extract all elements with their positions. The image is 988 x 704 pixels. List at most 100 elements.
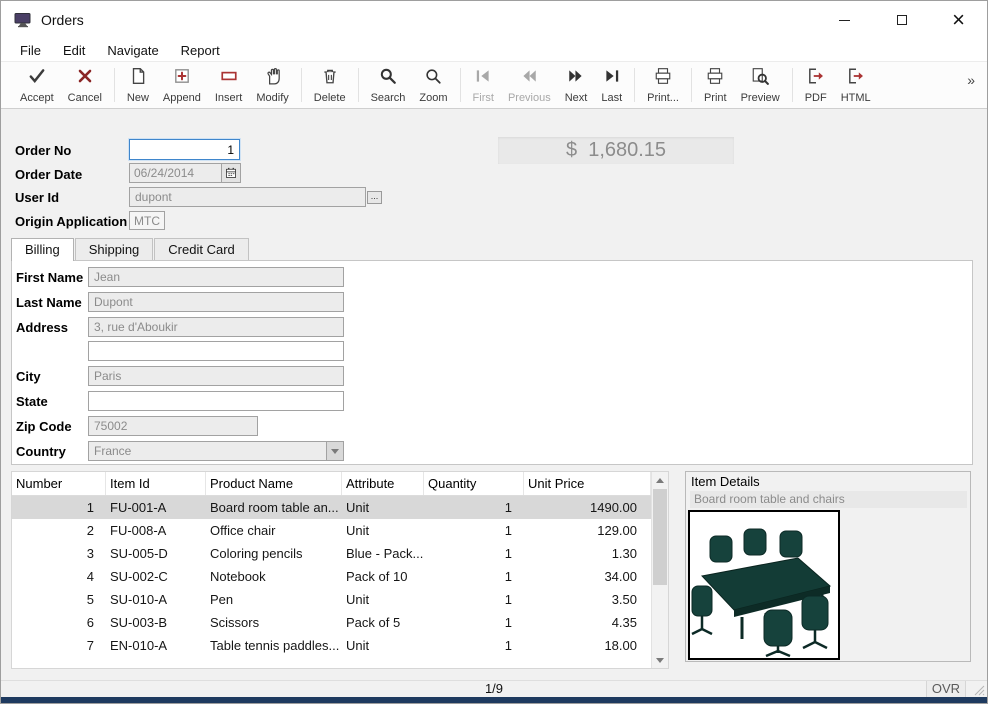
toolbar-separator bbox=[301, 68, 302, 102]
scroll-up-button[interactable] bbox=[652, 472, 668, 488]
menu-navigate[interactable]: Navigate bbox=[96, 41, 169, 60]
html-export-button[interactable]: HTML bbox=[834, 65, 878, 106]
item-details-group: Item Details Board room table and chairs bbox=[685, 471, 971, 662]
order-lines-table: Number Item Id Product Name Attribute Qu… bbox=[11, 471, 669, 669]
user-id-browse-button[interactable]: ... bbox=[367, 191, 382, 204]
accept-button[interactable]: Accept bbox=[13, 65, 61, 106]
cancel-button[interactable]: Cancel bbox=[61, 65, 109, 106]
cell-attribute: Pack of 5 bbox=[342, 611, 424, 634]
minimize-button[interactable] bbox=[816, 1, 873, 39]
table-header-row: Number Item Id Product Name Attribute Qu… bbox=[12, 472, 651, 496]
scroll-down-button[interactable] bbox=[652, 652, 668, 668]
calendar-button[interactable] bbox=[221, 164, 240, 182]
zip-code-input[interactable] bbox=[88, 416, 258, 436]
print-button[interactable]: Print bbox=[697, 65, 734, 106]
html-label: HTML bbox=[841, 92, 871, 104]
pdf-export-button[interactable]: PDF bbox=[798, 65, 834, 106]
address-line1-input[interactable] bbox=[88, 317, 344, 337]
menu-bar: File Edit Navigate Report bbox=[1, 39, 987, 61]
menu-report[interactable]: Report bbox=[170, 41, 231, 60]
header-unit-price[interactable]: Unit Price bbox=[524, 472, 651, 495]
export-arrow-icon bbox=[847, 67, 865, 90]
header-product-name[interactable]: Product Name bbox=[206, 472, 342, 495]
search-button[interactable]: Search bbox=[364, 65, 413, 106]
overwrite-mode-indicator[interactable]: OVR bbox=[926, 681, 966, 697]
user-id-input[interactable] bbox=[129, 187, 366, 207]
table-row[interactable]: 5 SU-010-A Pen Unit 1 3.50 bbox=[12, 588, 651, 611]
header-attribute[interactable]: Attribute bbox=[342, 472, 424, 495]
last-name-input[interactable] bbox=[88, 292, 344, 312]
last-button[interactable]: Last bbox=[594, 65, 629, 106]
append-button[interactable]: Append bbox=[156, 65, 208, 106]
tab-strip: Billing Shipping Credit Card bbox=[11, 238, 250, 260]
preview-label: Preview bbox=[741, 92, 780, 104]
menu-edit[interactable]: Edit bbox=[52, 41, 96, 60]
previous-record-icon bbox=[520, 67, 538, 90]
cell-product-name: Board room table an... bbox=[206, 496, 342, 519]
last-label: Last bbox=[601, 92, 622, 104]
header-number[interactable]: Number bbox=[12, 472, 106, 495]
city-input[interactable] bbox=[88, 366, 344, 386]
print-dialog-button[interactable]: Print... bbox=[640, 65, 686, 106]
cell-number: 2 bbox=[12, 519, 106, 542]
scrollbar-track[interactable] bbox=[652, 586, 668, 652]
insert-rect-icon bbox=[220, 67, 238, 90]
magnifier-icon bbox=[379, 67, 397, 90]
zoom-button[interactable]: Zoom bbox=[412, 65, 454, 106]
order-date-input[interactable] bbox=[130, 164, 221, 182]
toolbar-overflow-chevron[interactable]: » bbox=[959, 70, 983, 90]
table-row[interactable]: 1 FU-001-A Board room table an... Unit 1… bbox=[12, 496, 651, 519]
table-row[interactable]: 4 SU-002-C Notebook Pack of 10 1 34.00 bbox=[12, 565, 651, 588]
title-bar: Orders × bbox=[1, 1, 987, 39]
country-select[interactable]: France bbox=[88, 441, 344, 461]
menu-file[interactable]: File bbox=[9, 41, 52, 60]
previous-button[interactable]: Previous bbox=[501, 65, 558, 106]
delete-button[interactable]: Delete bbox=[307, 65, 353, 106]
origin-application-label: Origin Application bbox=[15, 214, 127, 229]
origin-application-field[interactable] bbox=[129, 211, 165, 230]
table-row[interactable]: 6 SU-003-B Scissors Pack of 5 1 4.35 bbox=[12, 611, 651, 634]
order-total-display: $ 1,680.15 bbox=[498, 137, 734, 164]
zoom-label: Zoom bbox=[419, 92, 447, 104]
cell-item-id: SU-005-D bbox=[106, 542, 206, 565]
cancel-label: Cancel bbox=[68, 92, 102, 104]
cell-quantity: 1 bbox=[424, 519, 524, 542]
table-scrollbar[interactable] bbox=[651, 472, 668, 668]
table-row[interactable]: 3 SU-005-D Coloring pencils Blue - Pack.… bbox=[12, 542, 651, 565]
close-button[interactable]: × bbox=[930, 1, 987, 39]
toolbar-separator bbox=[460, 68, 461, 102]
cell-item-id: SU-003-B bbox=[106, 611, 206, 634]
new-button[interactable]: New bbox=[120, 65, 156, 106]
header-item-id[interactable]: Item Id bbox=[106, 472, 206, 495]
maximize-button[interactable] bbox=[873, 1, 930, 39]
new-document-icon bbox=[129, 67, 147, 90]
minimize-icon bbox=[839, 20, 850, 21]
toolbar-separator bbox=[792, 68, 793, 102]
state-input[interactable] bbox=[88, 391, 344, 411]
next-button[interactable]: Next bbox=[558, 65, 595, 106]
user-id-label: User Id bbox=[15, 190, 59, 205]
trash-icon bbox=[321, 67, 339, 90]
modify-button[interactable]: Modify bbox=[249, 65, 295, 106]
scrollbar-thumb[interactable] bbox=[653, 489, 667, 585]
order-no-input[interactable] bbox=[129, 139, 240, 160]
export-arrow-icon bbox=[807, 67, 825, 90]
table-row[interactable]: 7 EN-010-A Table tennis paddles... Unit … bbox=[12, 634, 651, 657]
first-button[interactable]: First bbox=[466, 65, 501, 106]
preview-button[interactable]: Preview bbox=[734, 65, 787, 106]
tab-shipping[interactable]: Shipping bbox=[75, 238, 154, 260]
first-name-input[interactable] bbox=[88, 267, 344, 287]
address-line2-input[interactable] bbox=[88, 341, 344, 361]
tab-billing[interactable]: Billing bbox=[11, 238, 74, 261]
insert-button[interactable]: Insert bbox=[208, 65, 250, 106]
cell-attribute: Unit bbox=[342, 519, 424, 542]
window-title: Orders bbox=[41, 12, 84, 28]
tab-credit-card[interactable]: Credit Card bbox=[154, 238, 248, 260]
cell-quantity: 1 bbox=[424, 565, 524, 588]
table-row[interactable]: 2 FU-008-A Office chair Unit 1 129.00 bbox=[12, 519, 651, 542]
country-value: France bbox=[89, 444, 326, 458]
cell-product-name: Pen bbox=[206, 588, 342, 611]
arrow-down-icon bbox=[656, 658, 664, 663]
header-quantity[interactable]: Quantity bbox=[424, 472, 524, 495]
boardroom-table-image bbox=[690, 512, 838, 658]
